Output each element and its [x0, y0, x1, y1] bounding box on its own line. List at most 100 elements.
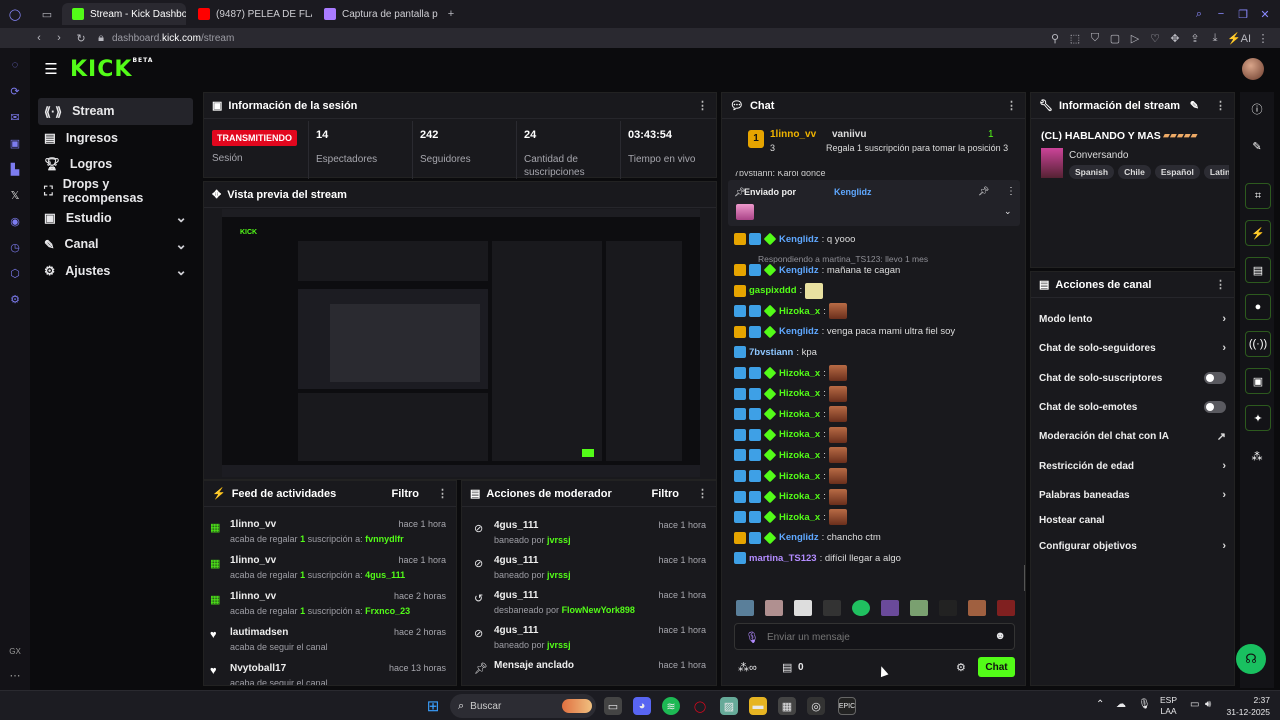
quick-action-wrench[interactable]: ✦ [1245, 405, 1271, 431]
chevron-down-icon[interactable]: ⌄ [175, 262, 187, 279]
chat-settings-icon[interactable]: ⚙ [956, 661, 966, 674]
pin-extension-icon[interactable]: ⚲ [1048, 31, 1062, 45]
mod-by[interactable]: FlowNewYork898 [562, 605, 635, 615]
discord-icon[interactable]: ◕ [633, 697, 651, 715]
quick-action-camera[interactable]: ⌗ [1245, 183, 1271, 209]
feed-detail-target[interactable]: fvnnydlfr [365, 534, 404, 544]
keyboard-language[interactable]: ESP LAA [1160, 695, 1177, 717]
chat-scrollbar[interactable] [1024, 565, 1025, 591]
chat-username[interactable]: 7bvstiann [749, 347, 793, 358]
chat-username[interactable]: Kenglidz [779, 532, 819, 543]
chat-message[interactable]: Kenglidz: venga paca mami ultra fiel soy [734, 323, 955, 341]
chat-message[interactable]: Hizoka_x: [734, 405, 847, 423]
chat-username[interactable]: Kenglidz [779, 326, 819, 337]
tray-network-icon[interactable]: ▭ [1190, 699, 1199, 710]
quick-action-broadcast[interactable]: ((·)) [1245, 331, 1271, 357]
emote[interactable] [968, 600, 986, 616]
chat-send-button[interactable]: Chat [978, 657, 1015, 677]
browser-tab[interactable]: Captura de pantalla por Lig [314, 3, 438, 25]
heart-icon[interactable]: ♡ [1148, 31, 1162, 45]
bag-icon[interactable]: ▢ [1108, 31, 1122, 45]
folder-icon[interactable]: ▬ [749, 697, 767, 715]
opera-icon[interactable]: ◯ [691, 697, 709, 715]
chat-message[interactable]: Hizoka_x: [734, 426, 847, 444]
emote[interactable] [852, 600, 870, 616]
shield-icon[interactable]: ⛉ [1088, 31, 1102, 45]
mod-by[interactable]: jvrssj [547, 640, 571, 650]
chat-username[interactable]: Hizoka_x [779, 491, 820, 502]
gift-user[interactable]: 1linno_vv [770, 129, 816, 140]
more-apps-icon[interactable]: ⁂ [1250, 449, 1264, 463]
chat-input[interactable] [767, 629, 987, 645]
kick-logo[interactable]: KICKBETA [70, 57, 153, 82]
channel-action-chat-de-solo-seguidores[interactable]: Chat de solo-seguidores › [1039, 338, 1226, 358]
more-icon[interactable]: ⋮ [1006, 186, 1016, 197]
mod-target[interactable]: 4gus_111 [494, 625, 538, 636]
edit-icon[interactable]: ✎ [1190, 99, 1199, 112]
tray-cloud-icon[interactable]: ☁ [1116, 699, 1126, 710]
chat-message[interactable]: Hizoka_x: [734, 467, 847, 485]
new-tab-icon[interactable]: + [444, 7, 458, 21]
chat-username[interactable]: Hizoka_x [779, 306, 820, 317]
mod-by[interactable]: jvrssj [547, 535, 571, 545]
quick-action-bolt[interactable]: ⚡ [1245, 220, 1271, 246]
channel-action-chat-de-solo-suscriptores[interactable]: Chat de solo-suscriptores [1039, 368, 1226, 388]
nav-item-stream[interactable]: ⟪·⟫ Stream [38, 98, 193, 125]
sidebar-app-icon[interactable]: ✉ [8, 110, 22, 124]
epic-games-icon[interactable]: EPIC [838, 697, 856, 715]
mod-target[interactable]: 4gus_111 [494, 555, 538, 566]
steam-icon[interactable]: ◎ [807, 697, 825, 715]
emote[interactable] [997, 600, 1015, 616]
more-icon[interactable]: ⋮ [1215, 278, 1226, 291]
download-icon[interactable]: ⤓ [1208, 31, 1222, 45]
feed-user[interactable]: lautimadsen [230, 627, 288, 638]
avatar[interactable] [1242, 58, 1264, 80]
chat-message[interactable]: Hizoka_x: [734, 364, 847, 382]
clock[interactable]: 2:37 31-12-2025 [1224, 694, 1270, 718]
channel-action-restricción-de-edad[interactable]: Restricción de edad › [1039, 456, 1226, 476]
nav-item-logros[interactable]: 🏆︎ Logros [38, 151, 193, 178]
chat-username[interactable]: Hizoka_x [779, 388, 820, 399]
edit-icon[interactable]: ✎ [1250, 139, 1264, 153]
chat-message[interactable]: gaspixddd: [734, 282, 824, 300]
sidebar-app-icon[interactable]: ▣ [8, 136, 22, 150]
share-icon[interactable]: ⇪ [1188, 31, 1202, 45]
feed-user[interactable]: 1linno_vv [230, 519, 276, 530]
sidebar-app-icon[interactable]: ⟳ [8, 84, 22, 98]
stream-tag[interactable]: Spanish [1069, 165, 1115, 179]
sidebar-app-icon[interactable]: ◌ [8, 58, 22, 72]
chat-message[interactable]: martina_TS123: difícil llegar a algo [734, 549, 901, 567]
emote[interactable] [765, 600, 783, 616]
browser-tab[interactable]: Stream - Kick Dashboard [62, 3, 186, 25]
nav-item-ajustes[interactable]: ⚙ Ajustes ⌄ [38, 258, 193, 285]
more-icon[interactable]: ⋮ [697, 487, 708, 500]
url-field[interactable]: dashboard.kick.com/stream [112, 33, 234, 44]
chat-username[interactable]: Hizoka_x [779, 409, 820, 420]
toggle-switch[interactable] [1204, 401, 1226, 413]
mod-target[interactable]: Mensaje anclado [494, 660, 574, 671]
settings-icon[interactable]: ⚙ [8, 292, 22, 306]
more-icon[interactable]: ⋯ [8, 668, 22, 682]
mod-target[interactable]: 4gus_111 [494, 520, 538, 531]
category-thumbnail[interactable] [1041, 148, 1063, 178]
close-icon[interactable]: ✕ [1258, 7, 1272, 21]
sidebar-app-icon[interactable]: ◉ [8, 214, 22, 228]
minecraft-icon[interactable]: ▨ [720, 697, 738, 715]
category-name[interactable]: Conversando [1069, 150, 1128, 161]
mod-target[interactable]: 4gus_111 [494, 590, 538, 601]
gift-to[interactable]: vaniivu [832, 129, 866, 140]
emote[interactable] [736, 600, 754, 616]
pinned-message[interactable]: 📌︎ Enviado por Kenglidz 📌︎ ⋮ ⌄ [728, 180, 1020, 226]
more-icon[interactable]: ⋮ [1256, 31, 1270, 45]
filter-button[interactable]: Filtro [652, 488, 680, 500]
gift-icon[interactable]: ▤ [782, 661, 792, 674]
emote[interactable] [910, 600, 928, 616]
chat-message[interactable]: 7bvstiann: kpa [734, 343, 817, 361]
stream-tag[interactable]: Español [1154, 165, 1200, 179]
channel-action-chat-de-solo-emotes[interactable]: Chat de solo-emotes [1039, 397, 1226, 417]
cube-icon[interactable]: ⬡ [8, 266, 22, 280]
pinned-user[interactable]: Kenglidz [834, 187, 872, 197]
link-icon[interactable]: ⁂∞ [738, 661, 757, 674]
chat-message[interactable]: Kenglidz: mañana te cagan [734, 261, 900, 279]
tray-volume-icon[interactable]: 🔊︎ [1205, 699, 1211, 710]
